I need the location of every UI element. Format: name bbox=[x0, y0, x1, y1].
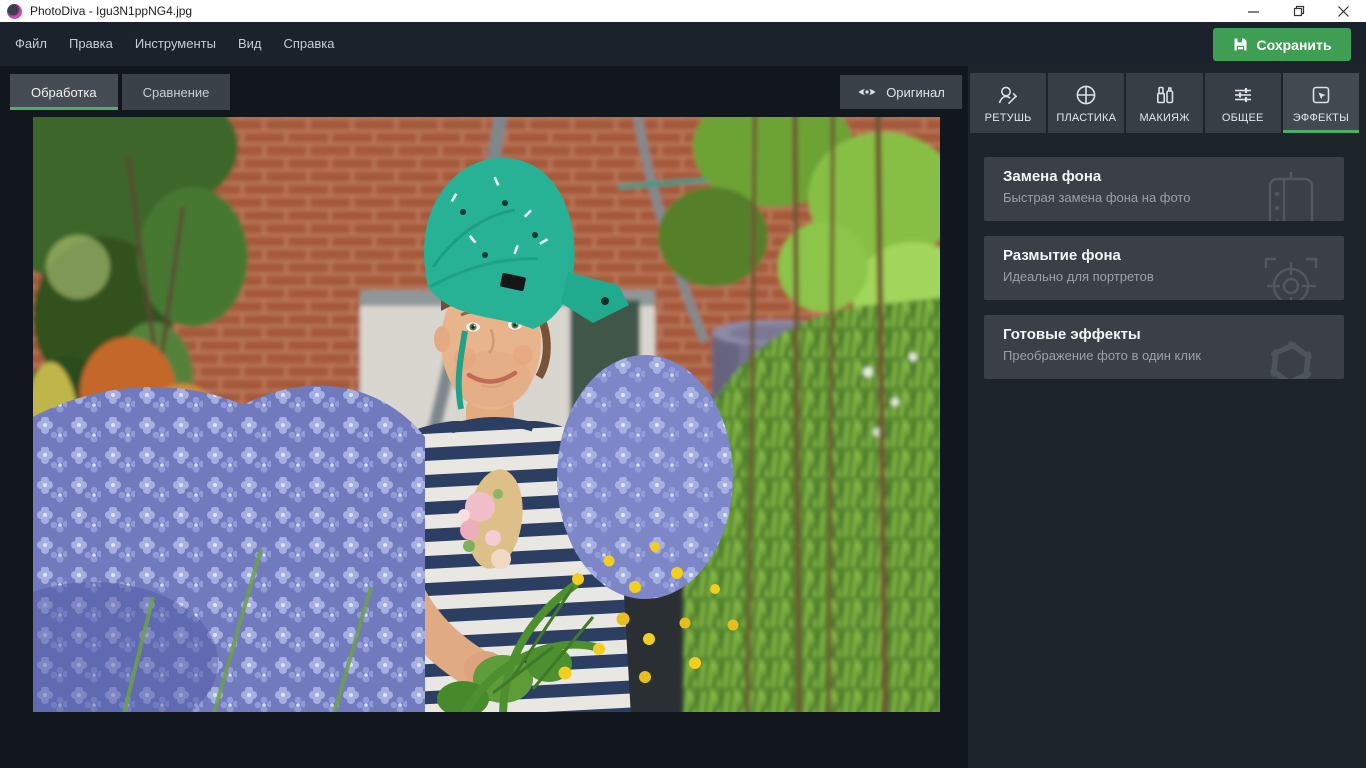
menu-view[interactable]: Вид bbox=[227, 22, 273, 66]
photo-image bbox=[33, 117, 940, 712]
plastic-icon bbox=[1074, 83, 1098, 107]
restore-icon bbox=[1293, 5, 1305, 17]
menu-tools[interactable]: Инструменты bbox=[124, 22, 227, 66]
photo-preview bbox=[33, 117, 940, 712]
tab-processing[interactable]: Обработка bbox=[10, 74, 118, 110]
titlebar: PhotoDiva - Igu3N1ppNG4.jpg bbox=[0, 0, 1366, 22]
original-button[interactable]: Оригинал bbox=[840, 75, 962, 109]
aperture-icon bbox=[1258, 328, 1324, 379]
panel-tab-retouch[interactable]: РЕТУШЬ bbox=[970, 73, 1046, 133]
panel-tab-plastic-label: ПЛАСТИКА bbox=[1056, 112, 1116, 124]
sliders-icon bbox=[1231, 83, 1255, 107]
menubar: Файл Правка Инструменты Вид Справка Сохр… bbox=[0, 22, 1366, 66]
app-logo-icon bbox=[7, 4, 22, 19]
replace-background-icon bbox=[1258, 170, 1324, 221]
makeup-icon bbox=[1153, 83, 1177, 107]
eye-icon bbox=[857, 85, 877, 99]
restore-button[interactable] bbox=[1276, 0, 1321, 22]
panel-tab-plastic[interactable]: ПЛАСТИКА bbox=[1048, 73, 1124, 133]
menu-file[interactable]: Файл bbox=[4, 22, 58, 66]
panel-tab-makeup-label: МАКИЯЖ bbox=[1139, 112, 1189, 124]
close-icon bbox=[1338, 6, 1349, 17]
minimize-button[interactable] bbox=[1231, 0, 1276, 22]
tab-comparison[interactable]: Сравнение bbox=[122, 74, 231, 110]
panel-tab-general-label: ОБЩЕЕ bbox=[1222, 112, 1264, 124]
tab-comparison-label: Сравнение bbox=[143, 85, 210, 100]
window-title: PhotoDiva - Igu3N1ppNG4.jpg bbox=[30, 4, 192, 18]
card-replace-background[interactable]: Замена фона Быстрая замена фона на фото bbox=[984, 157, 1344, 221]
effects-icon bbox=[1309, 83, 1333, 107]
retouch-icon bbox=[996, 83, 1020, 107]
card-blur-background[interactable]: Размытие фона Идеально для портретов bbox=[984, 236, 1344, 300]
panel-tab-general[interactable]: ОБЩЕЕ bbox=[1205, 73, 1281, 133]
panel-tab-retouch-label: РЕТУШЬ bbox=[985, 112, 1032, 124]
panel-tab-effects-label: ЭФФЕКТЫ bbox=[1293, 112, 1349, 124]
card-ready-effects[interactable]: Готовые эффекты Преображение фото в один… bbox=[984, 315, 1344, 379]
tools-panel: РЕТУШЬ ПЛАСТИКА МАКИЯЖ bbox=[968, 66, 1366, 768]
close-button[interactable] bbox=[1321, 0, 1366, 22]
save-label: Сохранить bbox=[1257, 37, 1332, 53]
menu-help[interactable]: Справка bbox=[272, 22, 345, 66]
save-button[interactable]: Сохранить bbox=[1213, 28, 1351, 61]
panel-tab-makeup[interactable]: МАКИЯЖ bbox=[1126, 73, 1202, 133]
canvas-area: Обработка Сравнение Оригинал bbox=[0, 66, 968, 723]
tab-processing-label: Обработка bbox=[31, 85, 97, 100]
effects-cards: Замена фона Быстрая замена фона на фото … bbox=[984, 157, 1344, 379]
window-controls bbox=[1231, 0, 1366, 22]
blur-target-icon bbox=[1258, 249, 1324, 300]
original-label: Оригинал bbox=[886, 85, 945, 100]
minimize-icon bbox=[1248, 6, 1259, 17]
view-tabs: Обработка Сравнение bbox=[10, 74, 230, 110]
panel-tabs: РЕТУШЬ ПЛАСТИКА МАКИЯЖ bbox=[970, 73, 1359, 133]
panel-tab-effects[interactable]: ЭФФЕКТЫ bbox=[1283, 73, 1359, 133]
floppy-disk-icon bbox=[1233, 37, 1248, 52]
menu-edit[interactable]: Правка bbox=[58, 22, 124, 66]
